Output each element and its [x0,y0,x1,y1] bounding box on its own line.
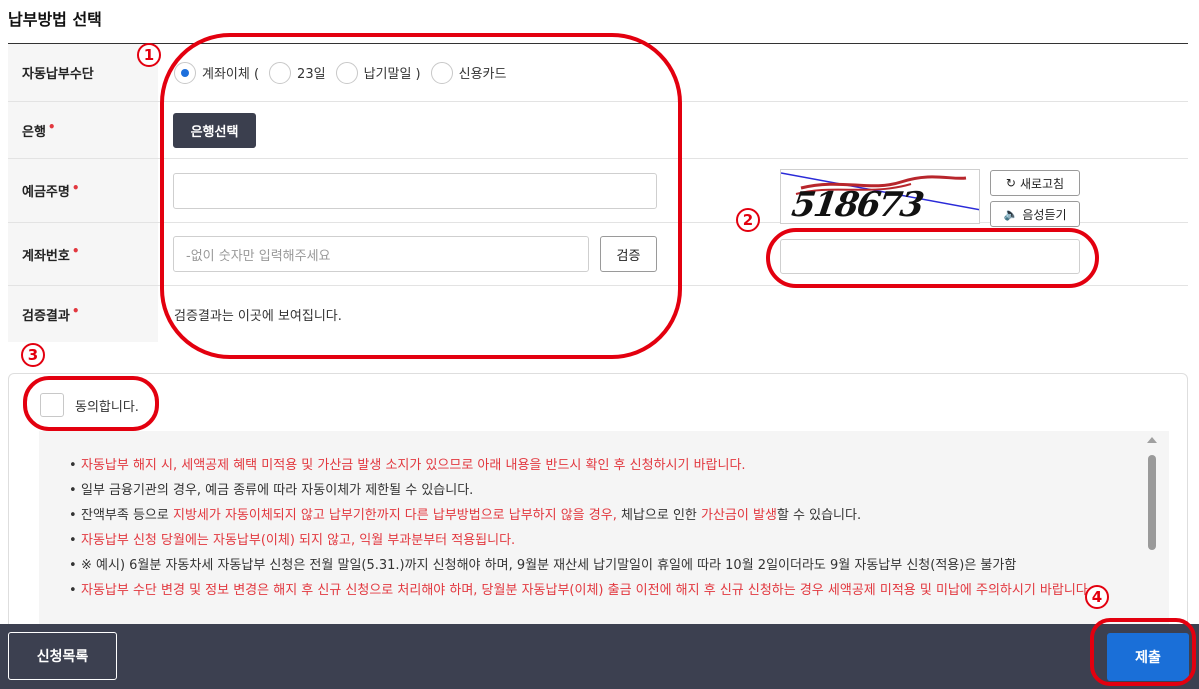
account-label: 계좌번호 • [8,223,158,285]
notice-text: 지방세가 자동이체되지 않고 납부기한까지 다른 납부방법으로 납부하지 않을 … [173,508,617,523]
speaker-icon: 🔈 [1003,207,1019,221]
captcha-graphic: 518673 [781,172,979,224]
notice-text: 가산금이 발생 [701,508,777,523]
notice-item: 자동납부 신청 당월에는 자동납부(이체) 되지 않고, 익월 부과분부터 적용… [69,528,1129,553]
agreement-box: 동의합니다. 자동납부 해지 시, 세액공제 혜택 미적용 및 가산금 발생 소… [8,373,1188,643]
annotation-number-2: 2 [736,208,760,232]
annotation-ring-2 [766,228,1099,288]
annotation-number-1: 1 [137,43,161,67]
audio-captcha-button[interactable]: 🔈 음성듣기 [990,201,1080,227]
notice-text: 자동납부 해지 시, 세액공제 혜택 미적용 및 가산금 발생 소지가 있으므로… [81,458,746,473]
annotation-ring-1 [160,33,682,359]
notice-text: 자동납부 수단 변경 및 정보 변경은 해지 후 신규 신청으로 처리해야 하며… [81,583,1092,598]
bottom-bar: 신청목록 제출 [0,624,1199,689]
scroll-up-arrow[interactable] [1147,437,1157,443]
notice-area: 자동납부 해지 시, 세액공제 혜택 미적용 및 가산금 발생 소지가 있으므로… [39,431,1169,642]
captcha-text: 518673 [789,185,926,224]
depositor-label-text: 예금주명 [22,185,70,200]
account-label-text: 계좌번호 [22,248,70,264]
notice-text: 자동납부 신청 당월에는 자동납부(이체) 되지 않고, 익월 부과분부터 적용… [81,533,516,548]
annotation-number-3: 3 [21,343,45,367]
notice-text: ※ 예시) 6월분 자동차세 자동납부 신청은 전월 말일(5.31.)까지 신… [81,558,1017,573]
result-label-text: 검증결과 [22,308,70,324]
notice-text: 체납으로 인한 [616,508,702,523]
result-label: 검증결과 • [8,286,158,342]
captcha-image: 518673 [780,169,980,224]
scrollbar-thumb[interactable] [1148,455,1156,550]
required-mark: • [71,244,80,258]
refresh-label: 새로고침 [1019,176,1065,191]
annotation-ring-4 [1090,618,1196,686]
audio-label: 음성듣기 [1022,207,1067,222]
notice-item: 일부 금융기관의 경우, 예금 종류에 따라 자동이체가 제한될 수 있습니다. [69,478,1129,503]
page-title: 납부방법 선택 [8,10,102,29]
refresh-icon: ↻ [1005,176,1016,190]
notice-item: ※ 예시) 6월분 자동차세 자동납부 신청은 전월 말일(5.31.)까지 신… [69,553,1129,578]
notice-item: 잔액부족 등으로 지방세가 자동이체되지 않고 납부기한까지 다른 납부방법으로… [69,503,1129,528]
required-mark: • [71,180,80,195]
payment-method-label: 자동납부수단 [8,44,158,101]
refresh-captcha-button[interactable]: ↻ 새로고침 [990,170,1080,196]
notice-text: 일부 금융기관의 경우, 예금 종류에 따라 자동이체가 제한될 수 있습니다. [81,483,474,498]
notice-text: 할 수 있습니다. [776,508,862,523]
notice-item: 자동납부 수단 변경 및 정보 변경은 해지 후 신규 신청으로 처리해야 하며… [69,578,1129,603]
notice-list: 자동납부 해지 시, 세액공제 혜택 미적용 및 가산금 발생 소지가 있으므로… [69,453,1129,603]
required-mark: • [47,120,56,134]
bank-label: 은행 • [8,102,158,158]
required-mark: • [71,304,80,318]
notice-item: 자동납부 해지 시, 세액공제 혜택 미적용 및 가산금 발생 소지가 있으므로… [69,453,1129,478]
application-list-button[interactable]: 신청목록 [8,632,117,680]
notice-text: 잔액부족 등으로 [81,508,173,523]
annotation-number-4: 4 [1085,585,1109,609]
depositor-label: 예금주명 • [8,159,158,222]
bank-label-text: 은행 [22,124,46,140]
annotation-ring-3 [23,376,159,431]
